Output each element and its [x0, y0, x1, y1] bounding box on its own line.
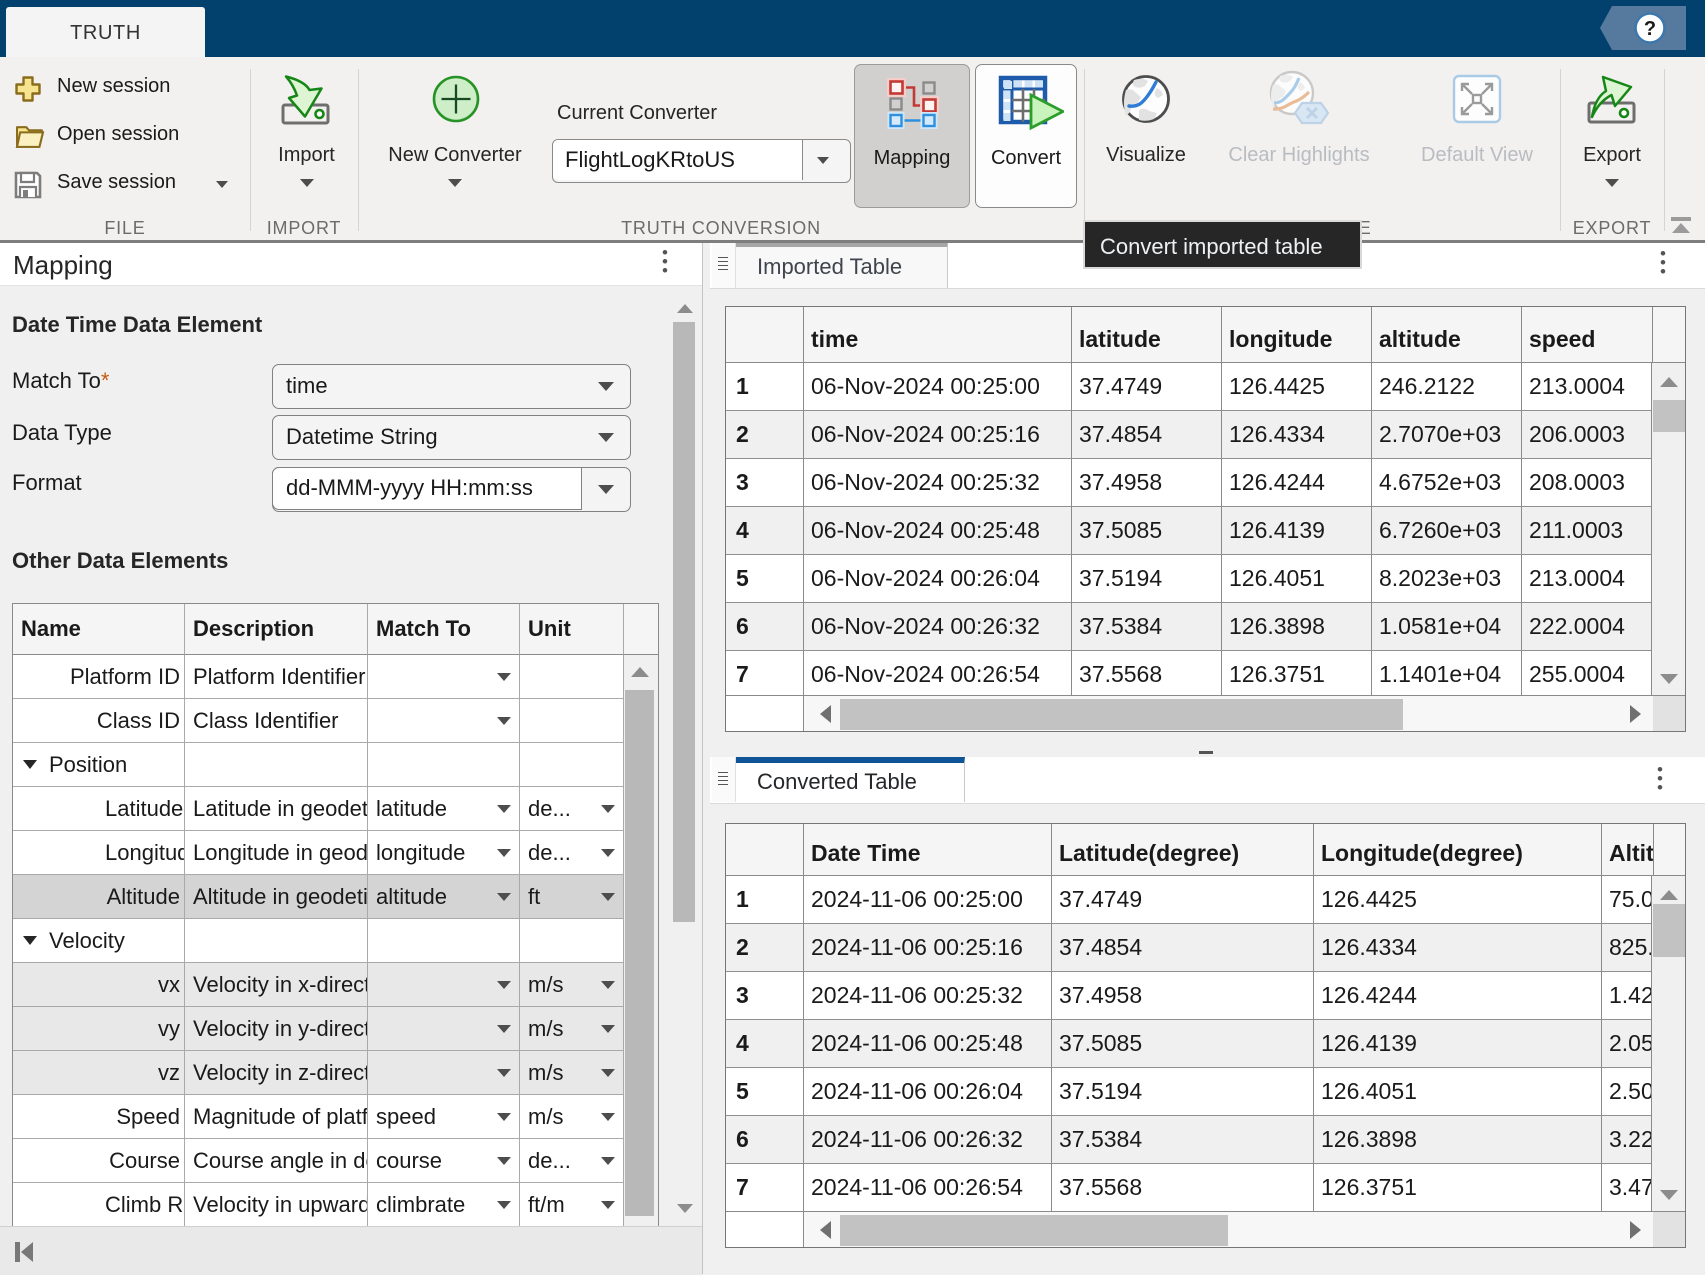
- svg-text:?: ?: [1644, 18, 1656, 40]
